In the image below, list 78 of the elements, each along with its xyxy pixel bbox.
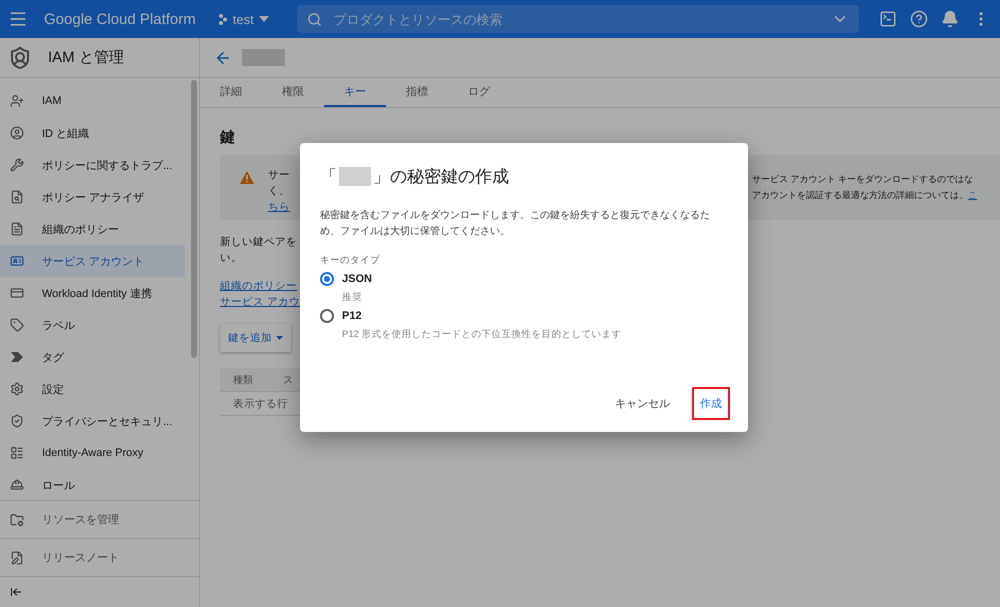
terminal-icon[interactable] xyxy=(879,10,897,28)
project-dots-icon xyxy=(218,14,228,24)
option-hint: 推奨 xyxy=(342,291,363,304)
column-header: ス xyxy=(283,374,293,386)
search-icon xyxy=(306,12,322,26)
caret-icon xyxy=(276,336,283,340)
radio-button[interactable] xyxy=(320,272,334,286)
project-selector[interactable]: test xyxy=(212,5,275,33)
user-circle-icon xyxy=(10,126,24,140)
document-search-icon xyxy=(10,190,24,204)
caret-icon xyxy=(258,16,269,22)
sidebar-footer-item[interactable]: リリースノート xyxy=(0,538,199,576)
id-card-icon xyxy=(10,254,24,268)
sidebar-footer-item[interactable]: リソースを管理 xyxy=(0,500,199,538)
sidebar-item[interactable]: ロール xyxy=(0,469,185,500)
tag-icon xyxy=(10,318,24,332)
document-edit-icon xyxy=(10,550,24,564)
dialog-title: 「 xyxy=(320,166,337,188)
sidebar-item[interactable]: タグ xyxy=(0,341,185,373)
radio-label: JSON xyxy=(342,273,372,285)
radio-label: P12 xyxy=(342,310,362,322)
tab[interactable]: 権限 xyxy=(262,78,324,107)
warning-icon xyxy=(240,171,254,184)
tab[interactable]: 詳細 xyxy=(200,78,262,107)
bell-icon[interactable] xyxy=(941,10,959,28)
tab[interactable]: 指標 xyxy=(386,78,448,107)
sidebar-item[interactable]: Workload Identity 連携 xyxy=(0,277,185,309)
list-icon xyxy=(10,446,24,460)
dialog-title: 」の秘密鍵の作成 xyxy=(373,166,509,188)
sidebar-item[interactable]: IAM xyxy=(0,85,185,117)
label-arrow-icon xyxy=(10,350,24,364)
key-type-label: キーのタイプ xyxy=(320,254,381,267)
warning-text: く、 xyxy=(268,185,291,198)
warning-text: アカウントを認証する最適な方法の詳細については、 xyxy=(752,190,968,200)
create-button[interactable]: 作成 xyxy=(692,387,730,420)
policy-link[interactable]: サービス アカウ xyxy=(220,294,300,310)
sidebar-item[interactable]: サービス アカウント xyxy=(0,245,185,277)
help-icon[interactable] xyxy=(910,10,928,28)
collapse-icon[interactable] xyxy=(10,586,22,598)
sidebar-item[interactable]: プライバシーとセキュリ... xyxy=(0,405,185,437)
intro-text: い。 xyxy=(220,251,242,266)
column-header: 種類 xyxy=(233,374,253,386)
sidebar-item[interactable]: 設定 xyxy=(0,373,185,405)
add-key-button[interactable]: 鍵を追加 xyxy=(220,324,291,352)
warning-text: サー xyxy=(268,169,291,182)
intro-text: 新しい鍵ペアを xyxy=(220,235,297,250)
shield-icon xyxy=(10,414,24,428)
policy-link[interactable]: 組織のポリシー xyxy=(220,278,297,294)
settings-icon xyxy=(10,382,24,396)
dialog-description: 秘密鍵を含むファイルをダウンロードします。この鍵を紛失すると復元できなくなるため、ファイルは大切に保管してください。 xyxy=(320,208,711,239)
warning-text: サービス アカウント キーをダウンロードするのではな xyxy=(752,174,974,184)
folder-gear-icon xyxy=(10,512,24,526)
wrench-icon xyxy=(10,158,24,172)
section-title: 鍵 xyxy=(220,128,236,147)
sidebar-item[interactable]: ID と組織 xyxy=(0,117,185,149)
user-plus-icon xyxy=(10,94,24,108)
sidebar-item[interactable]: ポリシー アナライザ xyxy=(0,181,185,213)
card-icon xyxy=(10,286,24,300)
sidebar-item[interactable]: ラベル xyxy=(0,309,185,341)
search-field[interactable]: プロダクトとリソースの検索 xyxy=(332,10,821,28)
document-icon xyxy=(10,222,24,236)
hard-hat-icon xyxy=(10,478,24,492)
scrollbar[interactable] xyxy=(191,80,197,358)
cancel-button[interactable]: キャンセル xyxy=(607,387,678,420)
warning-link[interactable]: ちら xyxy=(268,201,292,214)
product-name: Google Cloud Platform xyxy=(44,10,196,28)
tab[interactable]: ログ xyxy=(448,78,510,107)
redaction-block xyxy=(339,167,371,186)
radio-button[interactable] xyxy=(320,309,334,323)
option-hint: P12 形式を使用したコードとの下位互換性を目的としています xyxy=(342,328,623,341)
sidebar-item[interactable]: Identity-Aware Proxy xyxy=(0,437,185,469)
shield-user-icon xyxy=(8,46,32,70)
sidebar-item[interactable]: ポリシーに関するトラブ... xyxy=(0,149,185,181)
sidebar-item[interactable]: 組織のポリシー xyxy=(0,213,185,245)
warning-link[interactable]: こ xyxy=(968,190,977,200)
sidebar-title: IAM と管理 xyxy=(48,48,124,67)
redaction-block xyxy=(242,49,285,66)
tab[interactable]: キー xyxy=(324,78,386,107)
